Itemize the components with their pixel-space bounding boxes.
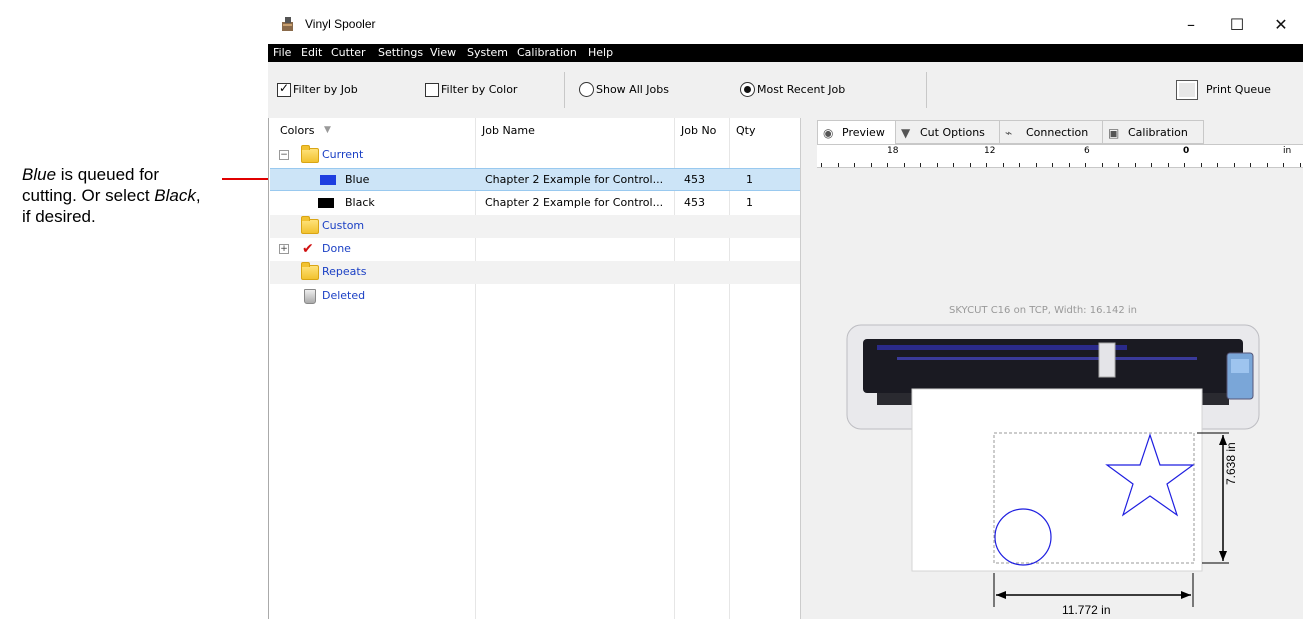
job-no: 453 <box>684 196 705 209</box>
folder-icon <box>301 262 319 280</box>
folder-icon <box>301 216 319 234</box>
tab-calibration[interactable]: ▣ Calibration <box>1102 120 1204 144</box>
show-all-jobs-label[interactable]: Show All Jobs <box>596 83 669 96</box>
menu-file[interactable]: File <box>273 46 291 59</box>
menu-bar: File Edit Cutter Settings View System Ca… <box>268 44 1303 62</box>
menu-calibration[interactable]: Calibration <box>517 46 577 59</box>
menu-edit[interactable]: Edit <box>301 46 322 59</box>
annotation-text: Blue is queued for cutting. Or select Bl… <box>22 164 212 227</box>
annotation-black-word: Black <box>154 186 196 205</box>
job-no: 453 <box>684 173 705 186</box>
toolbar-separator <box>926 72 927 108</box>
qty: 1 <box>746 173 753 186</box>
menu-settings[interactable]: Settings <box>378 46 423 59</box>
collapse-icon[interactable]: − <box>279 150 289 160</box>
most-recent-job-label[interactable]: Most Recent Job <box>757 83 845 96</box>
arrowhead <box>1219 551 1227 561</box>
tree-row-deleted[interactable]: Deleted <box>270 285 800 308</box>
column-header-qty[interactable]: Qty <box>736 124 755 137</box>
arrowhead <box>1181 591 1191 599</box>
blade-icon: ▼ <box>901 126 911 140</box>
tab-label: Preview <box>842 126 885 139</box>
tab-label: Cut Options <box>920 126 985 139</box>
tree-row-done[interactable]: + ✔ Done <box>270 238 800 261</box>
trash-icon <box>304 289 316 304</box>
toolbar-separator <box>564 72 565 108</box>
tree-label-deleted: Deleted <box>322 289 366 302</box>
column-header-job-name[interactable]: Job Name <box>482 124 535 137</box>
most-recent-job-radio[interactable] <box>740 82 755 97</box>
height-dimension-label: 7.638 in <box>1224 442 1238 485</box>
sort-chevron-icon[interactable]: ▼ <box>324 125 331 135</box>
menu-view[interactable]: View <box>430 46 456 59</box>
column-header-colors[interactable]: Colors <box>280 124 314 137</box>
window-title: Vinyl Spooler <box>305 17 376 31</box>
cable-icon: ⌁ <box>1005 126 1013 140</box>
color-name: Blue <box>345 173 370 186</box>
show-all-jobs-radio[interactable] <box>579 82 594 97</box>
tree-label-repeats: Repeats <box>322 265 367 278</box>
close-button[interactable]: ✕ <box>1258 10 1303 40</box>
menu-system[interactable]: System <box>467 46 508 59</box>
toolbar: ✓ Filter by Job Filter by Color Show All… <box>268 62 1303 119</box>
print-queue-button[interactable]: Print Queue <box>1206 83 1271 96</box>
tree-label-current: Current <box>322 148 364 161</box>
annotation-blue-word: Blue <box>22 165 57 184</box>
color-swatch-black <box>318 198 334 208</box>
tab-label: Connection <box>1026 126 1089 139</box>
maximize-button[interactable]: ☐ <box>1214 10 1260 40</box>
tree-label-done: Done <box>322 242 351 255</box>
column-header-job-no[interactable]: Job No <box>681 124 716 137</box>
color-swatch-blue <box>320 175 336 185</box>
preview-canvas: 18 12 6 0 in SKYCUT C16 on TCP, Width: 1… <box>817 144 1303 619</box>
table-row-blue[interactable]: Blue Chapter 2 Example for Control... 45… <box>270 168 800 191</box>
tab-preview[interactable]: ◉ Preview <box>817 120 896 145</box>
menu-cutter[interactable]: Cutter <box>331 46 366 59</box>
vinyl-spooler-icon <box>282 17 293 31</box>
print-queue-icon[interactable] <box>1176 80 1198 100</box>
table-row-black[interactable]: Black Chapter 2 Example for Control... 4… <box>270 192 800 215</box>
filter-by-job-checkbox[interactable]: ✓ <box>277 81 291 97</box>
vinyl-sheet <box>911 388 1203 572</box>
job-name: Chapter 2 Example for Control... <box>485 196 664 209</box>
arrowhead <box>996 591 1006 599</box>
minimize-button[interactable]: – <box>1168 10 1214 40</box>
preview-pane: ◉ Preview ▼ Cut Options ⌁ Connection ▣ C… <box>814 118 1303 619</box>
color-name: Black <box>345 196 375 209</box>
expand-icon[interactable]: + <box>279 244 289 254</box>
width-dimension-label: 11.772 in <box>1062 603 1111 617</box>
job-name: Chapter 2 Example for Control... <box>485 173 664 186</box>
filter-by-job-label[interactable]: Filter by Job <box>293 83 358 96</box>
tree-row-custom[interactable]: Custom <box>270 215 800 238</box>
folder-icon <box>301 145 319 163</box>
tab-cut-options[interactable]: ▼ Cut Options <box>895 120 1000 144</box>
vinyl-spooler-window: Vinyl Spooler – ☐ ✕ File Edit Cutter Set… <box>268 0 1303 619</box>
tab-label: Calibration <box>1128 126 1188 139</box>
filter-by-color-checkbox[interactable] <box>425 83 439 97</box>
calibration-icon: ▣ <box>1108 126 1120 140</box>
tab-connection[interactable]: ⌁ Connection <box>999 120 1103 144</box>
title-bar: Vinyl Spooler – ☐ ✕ <box>268 0 1303 44</box>
radio-dot <box>744 86 751 93</box>
qty: 1 <box>746 196 753 209</box>
eye-icon: ◉ <box>823 126 834 140</box>
tree-row-current[interactable]: − Current <box>270 144 800 167</box>
filter-by-color-label[interactable]: Filter by Color <box>441 83 517 96</box>
tree-row-repeats[interactable]: Repeats <box>270 261 800 284</box>
menu-help[interactable]: Help <box>588 46 613 59</box>
job-list: Colors ▼ Job Name Job No Qty − Current B… <box>268 118 801 619</box>
tree-label-custom: Custom <box>322 219 365 232</box>
cutter-preview-graphic <box>846 324 1260 607</box>
checkmark-icon: ✓ <box>279 81 290 95</box>
done-check-icon: ✔ <box>302 241 314 257</box>
